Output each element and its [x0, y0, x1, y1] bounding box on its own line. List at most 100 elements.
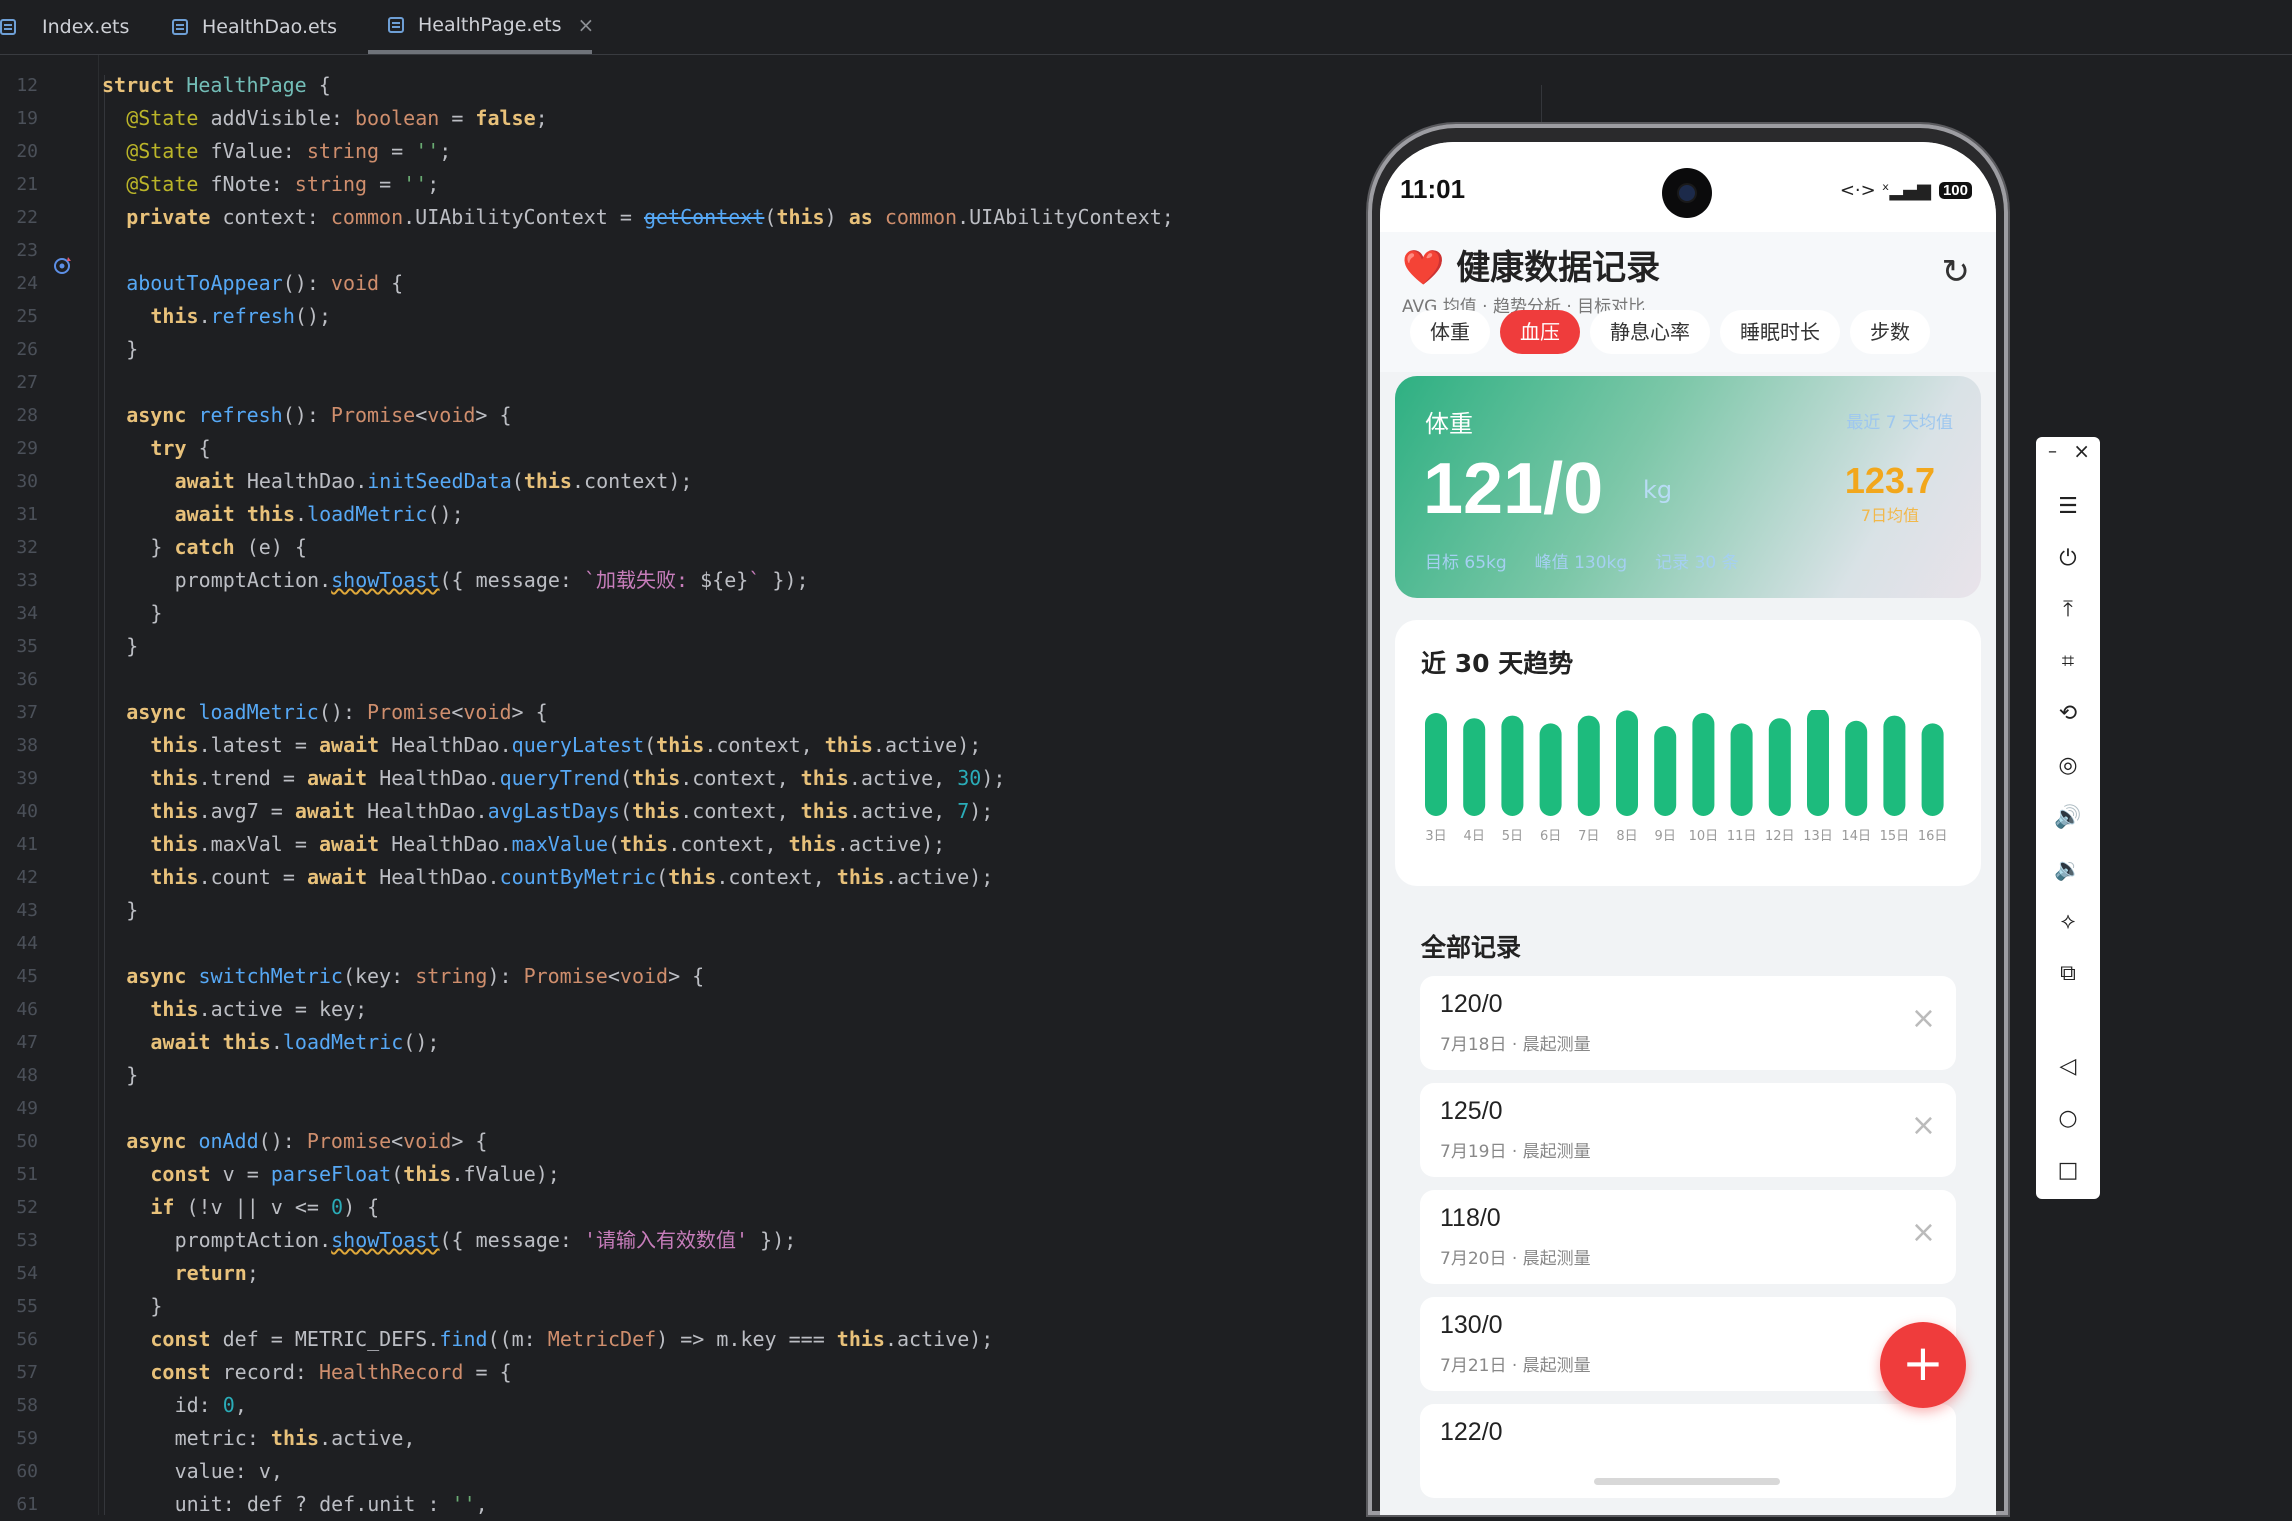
code-line: this.active = key;: [150, 997, 368, 1021]
volume-down-icon[interactable]: 🔉: [2036, 852, 2100, 886]
line-number: 30: [16, 471, 38, 492]
line-number: 31: [16, 504, 38, 525]
line-number: 26: [16, 339, 38, 360]
line-number: 49: [16, 1098, 38, 1119]
metric-tab-0[interactable]: 体重: [1410, 310, 1490, 354]
trend-bar: [1616, 710, 1638, 816]
refresh-icon[interactable]: ↻: [1942, 252, 1971, 292]
line-number: 33: [16, 570, 38, 591]
code-line: }: [126, 898, 139, 922]
metric-tab-2[interactable]: 静息心率: [1590, 310, 1710, 354]
page-title: ❤️ 健康数据记录: [1402, 240, 1660, 289]
line-number: 48: [16, 1065, 38, 1086]
shake-icon[interactable]: ⟡: [2036, 904, 2100, 938]
code-line: const record: HealthRecord = {: [150, 1360, 512, 1384]
delete-record-icon[interactable]: ×: [1911, 1004, 1936, 1034]
close-icon[interactable]: ×: [577, 13, 594, 37]
tab-label: HealthPage.ets: [418, 14, 562, 36]
code-line: this.refresh();: [150, 304, 332, 328]
trend-tick-label: 3日: [1425, 829, 1446, 844]
line-number: 57: [16, 1362, 38, 1383]
delete-record-icon[interactable]: ×: [1911, 1218, 1936, 1248]
line-number: 61: [16, 1494, 38, 1515]
tab-label: HealthDao.ets: [202, 16, 338, 38]
indent-guide: [104, 75, 105, 1515]
metric-tab-3[interactable]: 睡眠时长: [1720, 310, 1840, 354]
rotate-icon[interactable]: ⟲: [2036, 696, 2100, 730]
close-icon[interactable]: ×: [2073, 439, 2090, 463]
record-item[interactable]: 118/0 7月20日 · 晨起测量 ×: [1420, 1190, 1956, 1284]
code-line: async onAdd(): Promise<void> {: [126, 1129, 488, 1153]
code-line: this.avg7 = await HealthDao.avgLastDays(…: [150, 799, 994, 823]
trend-title: 近 30 天趋势: [1421, 649, 1574, 678]
code-line: }: [150, 1294, 163, 1318]
code-line: value: v,: [174, 1459, 283, 1483]
line-number: 56: [16, 1329, 38, 1350]
code-line: this.trend = await HealthDao.queryTrend(…: [150, 766, 1006, 790]
summary-peak: 峰值 130kg: [1534, 553, 1628, 573]
line-number: 60: [16, 1461, 38, 1482]
volume-up-icon[interactable]: 🔊: [2036, 800, 2100, 834]
code-line: }: [126, 1063, 139, 1087]
add-record-button[interactable]: +: [1880, 1322, 1966, 1408]
line-number: 19: [16, 108, 38, 129]
line-number: 58: [16, 1395, 38, 1416]
phone-screen[interactable]: 11:01 <·> ˣ▂▄▆ 100 ❤️ 健康数据记录 AVG 均值 · 趋势…: [1380, 142, 1996, 1515]
line-number: 35: [16, 636, 38, 657]
file-icon: [172, 18, 190, 36]
metric-tab-1[interactable]: 血压: [1500, 310, 1580, 354]
line-number: 32: [16, 537, 38, 558]
delete-record-icon[interactable]: ×: [1911, 1111, 1936, 1141]
line-number: 50: [16, 1131, 38, 1152]
summary-average-label: 7日均值: [1860, 506, 1919, 525]
code-line: promptAction.showToast({ message: `加载失败:…: [174, 568, 809, 592]
line-number: 24: [16, 273, 38, 294]
tab-index-ets[interactable]: Index.ets: [0, 0, 129, 54]
code-line: if (!v || v <= 0) {: [150, 1195, 380, 1219]
line-number: 12: [16, 75, 38, 96]
home-icon[interactable]: ○: [2036, 1101, 2100, 1135]
home-indicator[interactable]: [1594, 1478, 1780, 1485]
trend-tick-label: 14日: [1841, 829, 1871, 844]
summary-card: 体重 最近 7 天均值 121/0 kg 123.7 7日均值 目标 65kg …: [1395, 376, 1981, 598]
trend-bar: [1577, 715, 1600, 816]
trend-tick-label: 15日: [1880, 829, 1910, 844]
summary-metric-name: 体重: [1425, 410, 1473, 438]
screenshot-icon[interactable]: ◎: [2036, 748, 2100, 782]
trend-bar: [1883, 715, 1906, 816]
code-line: struct HealthPage {: [102, 73, 331, 97]
record-item[interactable]: 120/0 7月18日 · 晨起测量 ×: [1420, 976, 1956, 1070]
record-value: 130/0: [1440, 1311, 1503, 1339]
metric-tab-4[interactable]: 步数: [1850, 310, 1930, 354]
recents-icon[interactable]: □: [2036, 1153, 2100, 1187]
menu-icon[interactable]: ☰: [2036, 489, 2100, 523]
trend-tick-label: 4日: [1464, 829, 1485, 844]
line-number: 44: [16, 933, 38, 954]
upload-icon[interactable]: ⤒: [2036, 592, 2100, 626]
record-item[interactable]: 125/0 7月19日 · 晨起测量 ×: [1420, 1083, 1956, 1177]
multi-device-icon[interactable]: ⧉: [2036, 956, 2100, 990]
minimize-icon[interactable]: –: [2048, 441, 2057, 462]
override-icon[interactable]: [52, 254, 74, 276]
trend-tick-label: 11日: [1727, 829, 1757, 844]
record-value: 120/0: [1440, 990, 1503, 1018]
code-line: }: [150, 601, 163, 625]
trend-bar: [1692, 713, 1715, 816]
tab-label: Index.ets: [42, 16, 130, 38]
back-icon[interactable]: ◁: [2036, 1049, 2100, 1083]
editor-tab-bar: Index.ets HealthDao.ets HealthPage.ets ×: [0, 0, 2292, 55]
line-number: 25: [16, 306, 38, 327]
code-line: @State fNote: string = '';: [126, 172, 440, 196]
record-item[interactable]: 130/0 7月21日 · 晨起测量: [1420, 1297, 1956, 1391]
crop-icon[interactable]: ⌗: [2036, 644, 2100, 678]
code-line: this.maxVal = await HealthDao.maxValue(t…: [150, 832, 946, 856]
summary-goal: 目标 65kg: [1425, 553, 1507, 573]
trend-bar: [1463, 718, 1486, 816]
line-number: 45: [16, 966, 38, 987]
trend-bar: [1921, 723, 1944, 816]
tab-healthpage-ets[interactable]: HealthPage.ets ×: [368, 0, 594, 54]
tab-healthdao-ets[interactable]: HealthDao.ets: [172, 0, 337, 54]
file-icon: [388, 16, 406, 34]
power-icon[interactable]: ⏻: [2036, 541, 2100, 575]
signal-icon: <·> ˣ▂▄▆: [1839, 180, 1931, 201]
